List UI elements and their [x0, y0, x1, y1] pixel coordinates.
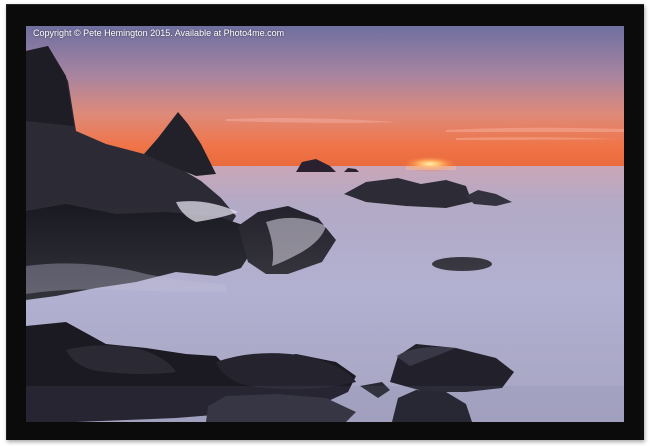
picture-frame: Copyright © Pete Hemington 2015. Availab… — [6, 4, 644, 440]
copyright-watermark: Copyright © Pete Hemington 2015. Availab… — [33, 28, 285, 38]
framed-photo: Copyright © Pete Hemington 2015. Availab… — [26, 26, 624, 422]
sunset-seascape-image — [26, 26, 624, 422]
